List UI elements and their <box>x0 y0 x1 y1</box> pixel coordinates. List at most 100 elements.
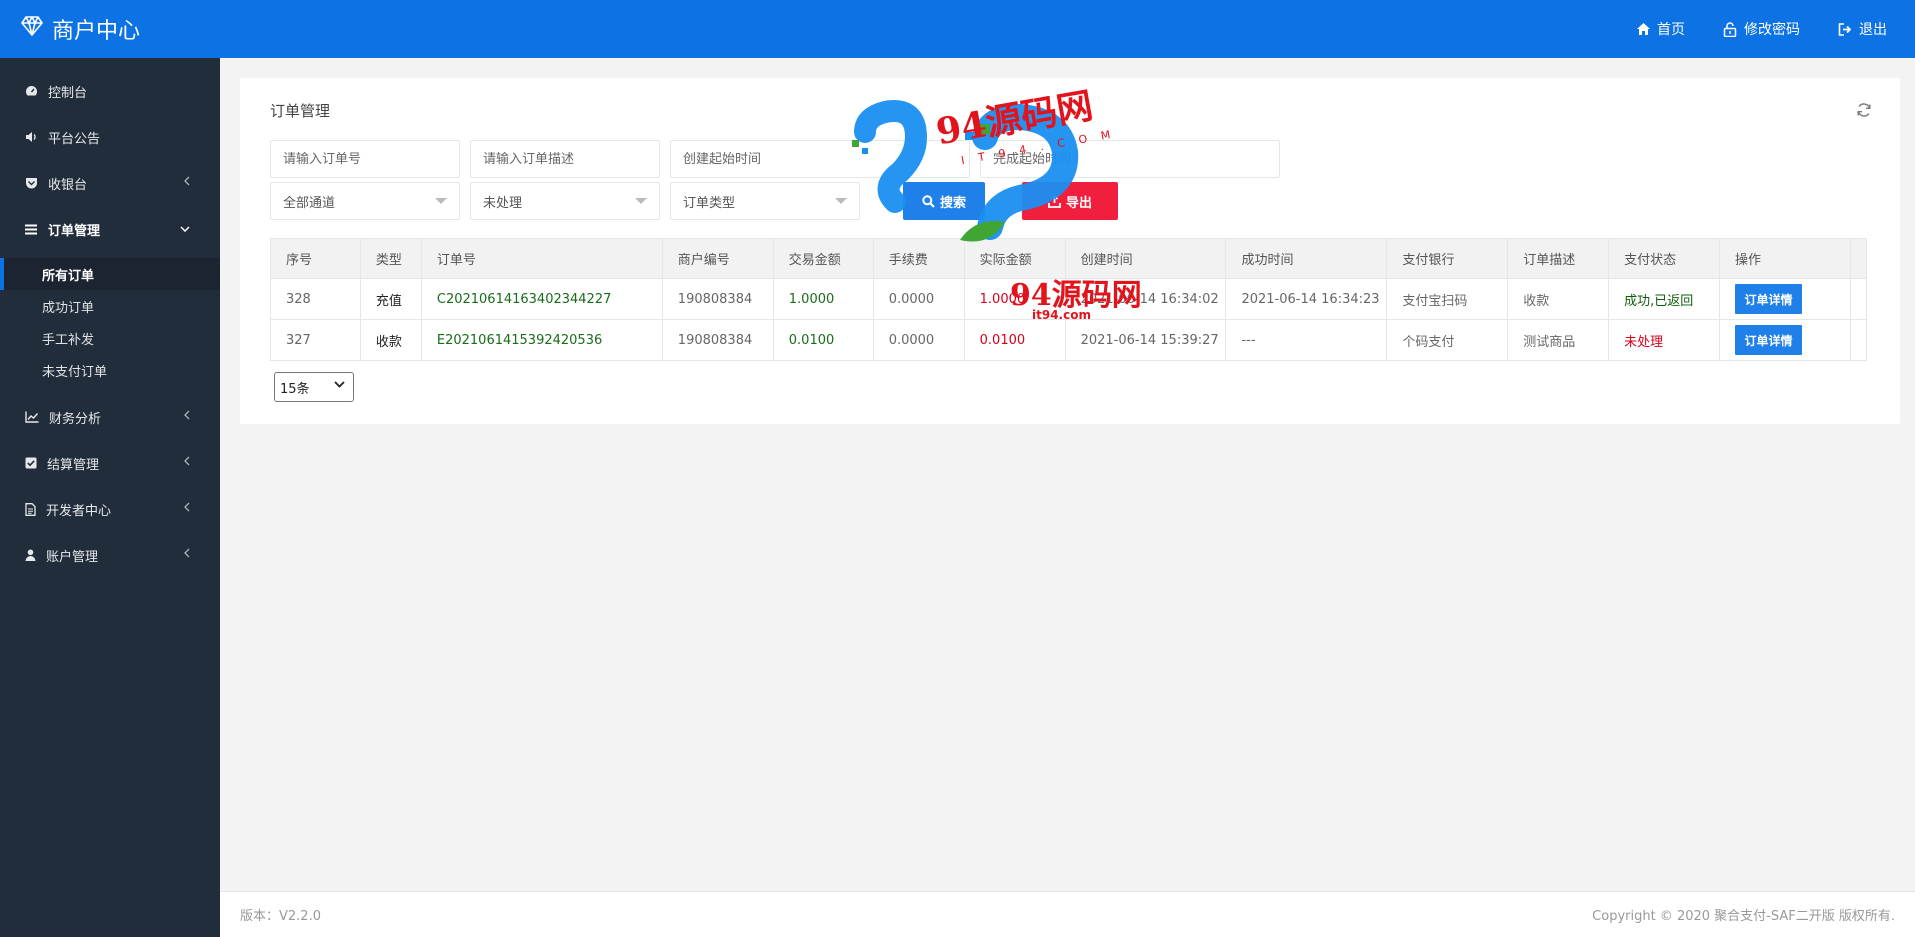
sub-item-unpaid-orders[interactable]: 未支付订单 <box>0 354 220 386</box>
search-button[interactable]: 搜索 <box>903 182 985 220</box>
cell-order-no: E20210614153924205​36 <box>421 319 663 361</box>
caret-down-icon <box>435 198 447 204</box>
sub-item-success-orders[interactable]: 成功订单 <box>0 290 220 322</box>
sidebar-item-settlement[interactable]: 结算管理 <box>0 440 220 486</box>
cell-merchant: 190808384 <box>662 319 774 361</box>
cell-spacer <box>1850 278 1868 320</box>
column-header: 支付状态 <box>1608 238 1720 279</box>
column-header: 手续费 <box>873 238 965 279</box>
home-icon <box>1637 23 1650 35</box>
cell-merchant: 190808384 <box>662 278 774 320</box>
order-number-field[interactable] <box>270 140 460 178</box>
page-size-value: 15条 <box>280 381 310 397</box>
sidebar-item-label: 收银台 <box>48 177 88 193</box>
order-detail-button[interactable]: 订单详情 <box>1734 284 1802 314</box>
cell-success: 2021-06-14 16:34:23 <box>1225 278 1388 320</box>
cell-actual: 1.0000 <box>964 278 1066 320</box>
search-button-label: 搜索 <box>939 195 966 211</box>
sidebar-item-finance[interactable]: 财务分析 <box>0 394 220 440</box>
channel-select[interactable]: 全部通道 <box>270 182 460 220</box>
caret-down-icon <box>835 198 847 204</box>
table-header-row: 序号 类型 订单号 商户编号 交易金额 手续费 实际金额 创建时间 成功时间 支… <box>270 238 1868 279</box>
cell-type: 收款 <box>360 319 422 361</box>
create-time-field[interactable] <box>670 140 970 178</box>
sidebar-item-cashier[interactable]: 收银台 <box>0 160 220 206</box>
column-header: 支付银行 <box>1386 238 1509 279</box>
sidebar-item-dashboard[interactable]: 控制台 <box>0 68 220 114</box>
complete-time-field[interactable] <box>980 140 1280 178</box>
chevron-down-icon <box>180 226 190 232</box>
cell-id: 327 <box>270 319 361 361</box>
table-row: 328 充值 C20210614163402344227 190808384 1… <box>270 278 1868 320</box>
logout-link[interactable]: 退出 <box>1838 19 1887 39</box>
copyright-text: Copyright © 2020 聚合支付-SAF二开版 版权所有. <box>1592 909 1895 924</box>
main-content: 订单管理 全部通道 未处理 订单类型 搜索 <box>220 58 1915 891</box>
sub-item-all-orders[interactable]: 所有订单 <box>0 258 220 290</box>
sidebar-item-orders[interactable]: 订单管理 <box>0 206 220 252</box>
cell-actual: 0.0100 <box>964 319 1066 361</box>
chevron-down-icon <box>334 381 345 388</box>
sidebar-item-label: 订单管理 <box>48 223 101 239</box>
change-password-link[interactable]: 修改密码 <box>1723 19 1800 39</box>
cell-fee: 0.0000 <box>873 319 965 361</box>
chevron-left-icon <box>184 410 190 420</box>
column-header: 实际金额 <box>964 238 1066 279</box>
column-header: 成功时间 <box>1225 238 1388 279</box>
cell-spacer <box>1850 319 1868 361</box>
create-time-input[interactable] <box>683 151 969 167</box>
cell-fee: 0.0000 <box>873 278 965 320</box>
chevron-left-icon <box>184 548 190 558</box>
sidebar-item-label: 平台公告 <box>48 131 101 147</box>
order-type-select[interactable]: 订单类型 <box>670 182 860 220</box>
sub-item-manual-reissue[interactable]: 手工补发 <box>0 322 220 354</box>
diamond-icon <box>20 16 44 42</box>
cell-desc: 测试商品 <box>1507 319 1610 361</box>
export-icon <box>1048 194 1061 208</box>
change-password-label: 修改密码 <box>1744 22 1800 38</box>
sidebar-item-announcement[interactable]: 平台公告 <box>0 114 220 160</box>
export-button[interactable]: 导出 <box>1022 182 1118 220</box>
column-header: 订单号 <box>421 238 663 279</box>
channel-select-value: 全部通道 <box>283 195 336 211</box>
column-spacer <box>1850 238 1868 279</box>
cell-order-no: C20210614163402344227 <box>421 278 663 320</box>
column-header: 序号 <box>270 238 361 279</box>
sidebar-item-developer[interactable]: 开发者中心 <box>0 486 220 532</box>
sidebar-item-label: 开发者中心 <box>46 503 112 519</box>
check-square-icon <box>25 457 37 469</box>
lock-icon <box>1723 21 1737 37</box>
sidebar-item-label: 控制台 <box>48 85 88 101</box>
cell-action: 订单详情 <box>1719 319 1851 361</box>
brand-title: 商户中心 <box>52 19 141 44</box>
complete-time-input[interactable] <box>993 151 1279 167</box>
orders-card: 订单管理 全部通道 未处理 订单类型 搜索 <box>240 78 1900 424</box>
cell-amount: 1.0000 <box>773 278 874 320</box>
status-select-value: 未处理 <box>483 195 523 211</box>
brand[interactable]: 商户中心 <box>0 13 220 45</box>
order-desc-input[interactable] <box>483 151 659 167</box>
sidebar: 控制台 平台公告 收银台 订单管理 所有订单 成功订单 手工补发 未支付订单 财… <box>0 58 220 937</box>
column-header: 订单描述 <box>1507 238 1610 279</box>
status-select[interactable]: 未处理 <box>470 182 660 220</box>
cell-status: 未处理 <box>1608 319 1720 361</box>
order-number-input[interactable] <box>283 151 459 167</box>
order-type-select-value: 订单类型 <box>683 195 736 211</box>
cell-created: 2021-06-14 16:34:02 <box>1065 278 1227 320</box>
shield-icon <box>26 178 37 189</box>
refresh-icon[interactable] <box>1856 102 1872 118</box>
cell-id: 328 <box>270 278 361 320</box>
order-detail-button[interactable]: 订单详情 <box>1734 325 1802 355</box>
column-header: 交易金额 <box>773 238 874 279</box>
cell-action: 订单详情 <box>1719 278 1851 320</box>
sidebar-item-account[interactable]: 账户管理 <box>0 532 220 578</box>
logout-icon <box>1838 22 1852 36</box>
column-header: 类型 <box>360 238 422 279</box>
home-link[interactable]: 首页 <box>1637 19 1685 39</box>
page-size-select[interactable]: 15条 <box>274 372 354 402</box>
page-title: 订单管理 <box>270 102 331 120</box>
orders-table: 序号 类型 订单号 商户编号 交易金额 手续费 实际金额 创建时间 成功时间 支… <box>270 238 1868 361</box>
logout-label: 退出 <box>1859 22 1887 38</box>
order-desc-field[interactable] <box>470 140 660 178</box>
home-link-label: 首页 <box>1657 22 1685 38</box>
footer: 版本：V2.2.0 Copyright © 2020 聚合支付-SAF二开版 版… <box>220 891 1915 937</box>
